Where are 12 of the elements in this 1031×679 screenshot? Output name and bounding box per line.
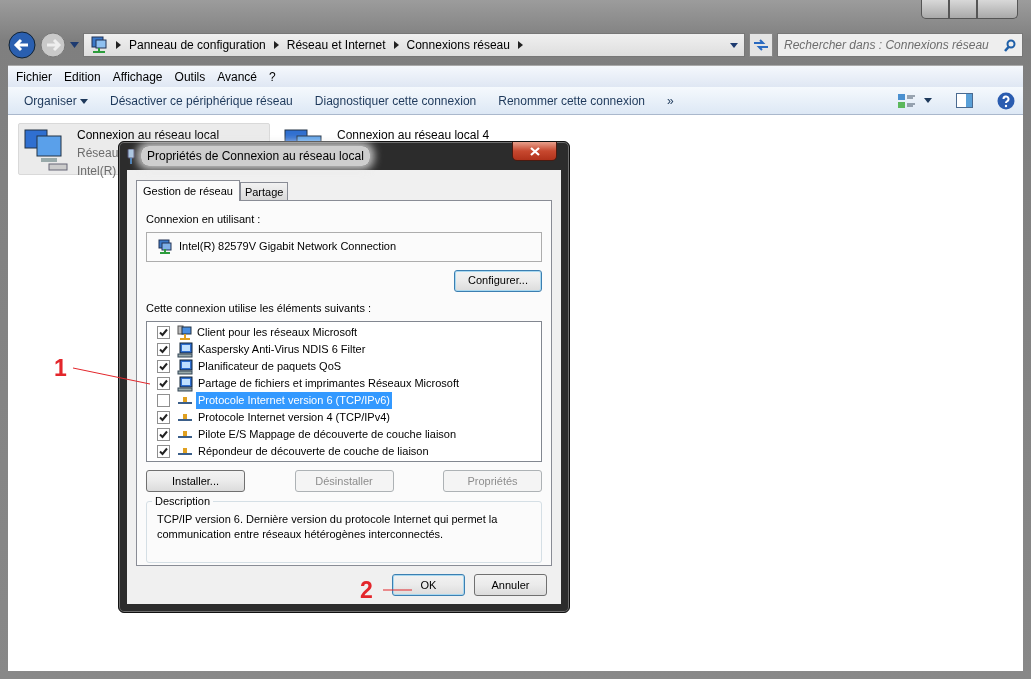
connection-detail: Réseau (77, 145, 119, 162)
annotation-number: 2 (360, 579, 373, 602)
description-text: TCP/IP version 6. Dernière version du protocole Internet qui permet la communication entre réseaux hétérogènes interconnectés. (157, 512, 499, 542)
connection-name: Connexion au réseau local 4 (337, 127, 490, 144)
dialog-title: Propriétés de Connexion au réseau local (141, 146, 370, 166)
annotation-number: 1 (54, 357, 67, 380)
adapter-name: Intel(R) 82579V Gigabit Network Connection (179, 239, 397, 255)
list-label: Cette connexion utilise les éléments suivants : (146, 300, 372, 316)
group-label: Description (152, 494, 214, 509)
connection-detail: Intel(R) (77, 163, 117, 180)
field-label: Connexion en utilisant : (146, 212, 262, 227)
connection-name: Connexion au réseau local (77, 127, 220, 144)
